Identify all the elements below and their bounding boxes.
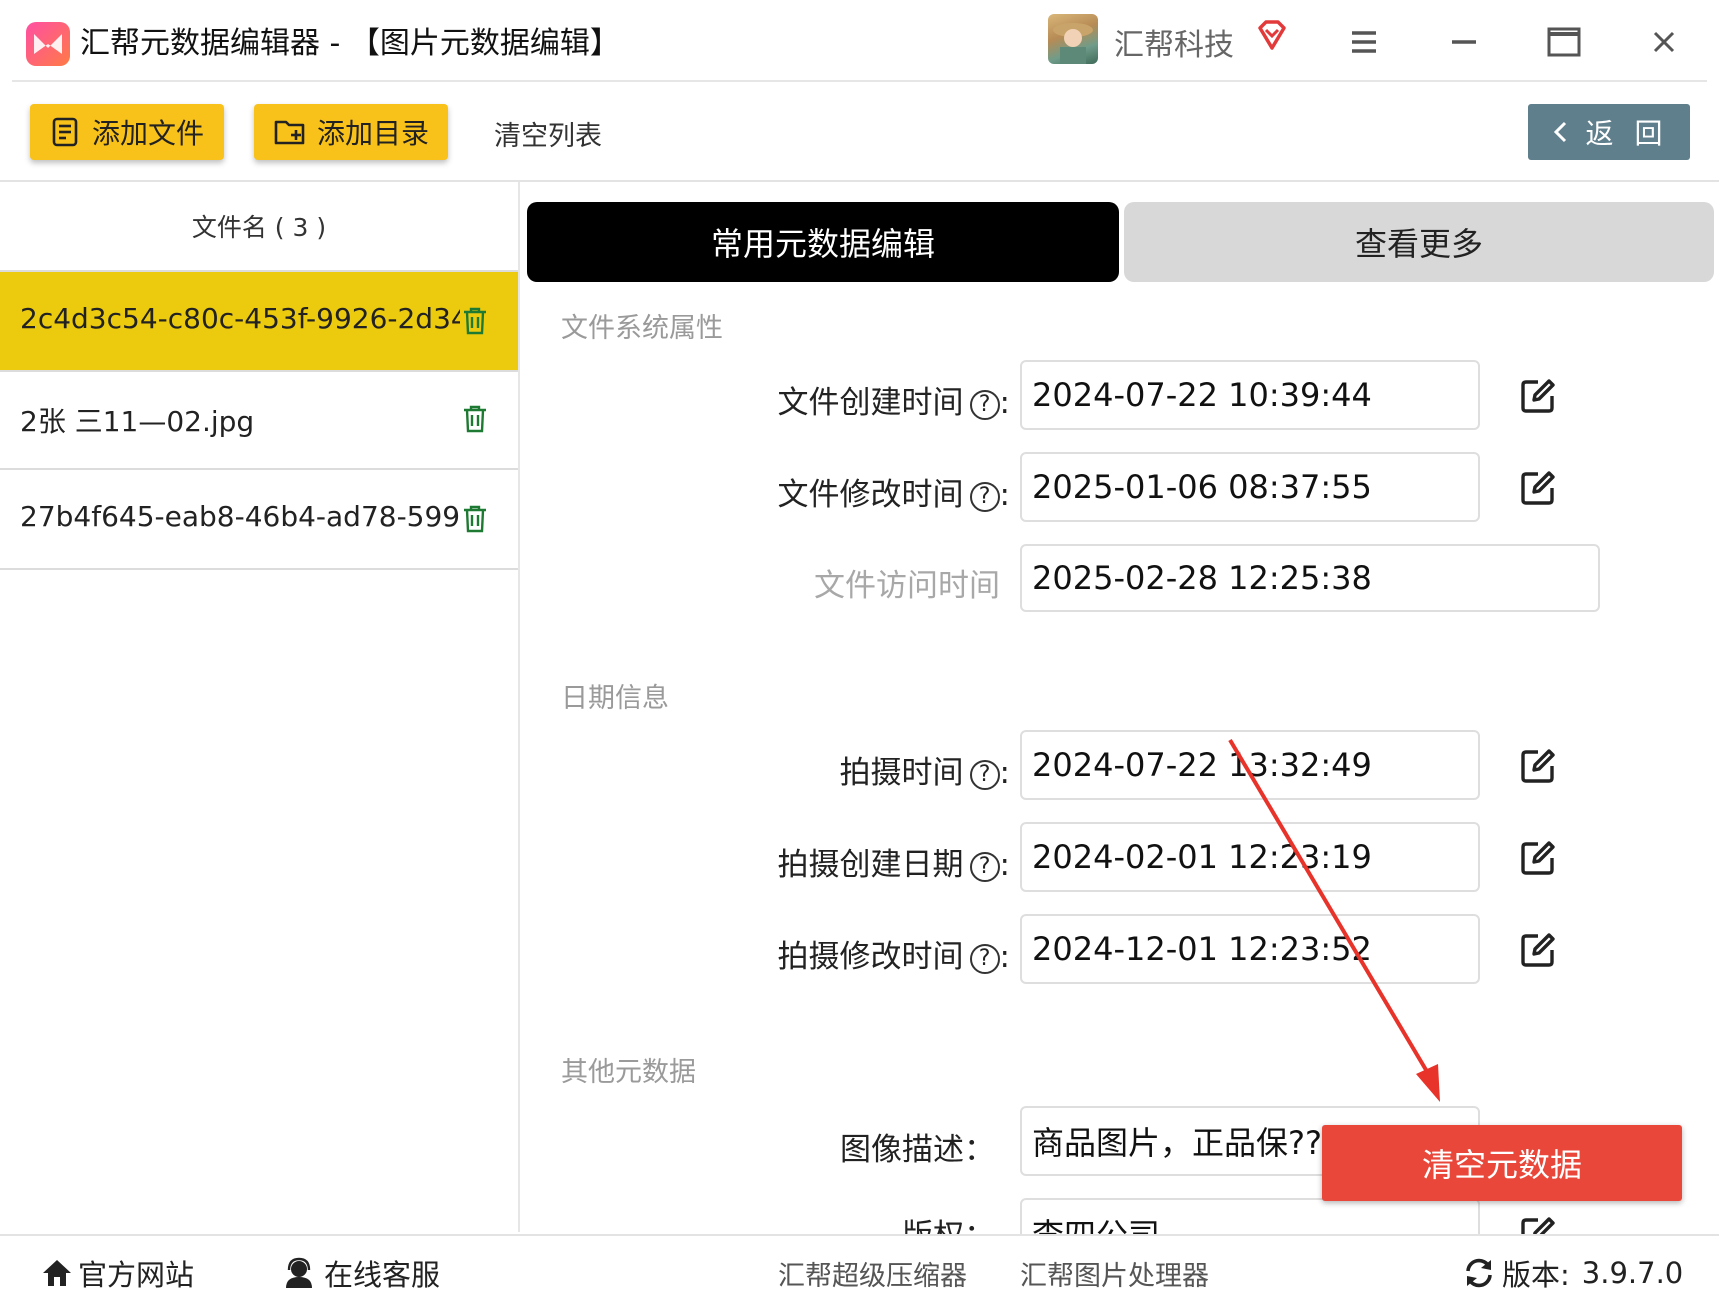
clear-metadata-button[interactable]: 清空元数据: [1322, 1125, 1682, 1201]
field-label: 文件创建时间?:: [777, 385, 1010, 421]
help-icon[interactable]: ?: [969, 851, 1000, 882]
file-list-panel: 文件名 ( 3 ) 2c4d3c54-c80c-453f-9926-2d34..…: [0, 182, 520, 1232]
field-label: 拍摄时间?:: [839, 755, 1010, 791]
field-label: 版权：: [595, 1210, 995, 1234]
edit-icon[interactable]: [1518, 746, 1558, 786]
file-list-item[interactable]: 2张 三11—02.jpg: [0, 370, 518, 470]
file-list-item[interactable]: 2c4d3c54-c80c-453f-9926-2d34...: [0, 270, 518, 372]
file-accessed-time-field: 2025-02-28 12:25:38: [1020, 544, 1600, 612]
title-bar: 汇帮元数据编辑器 - 【图片元数据编辑】 汇帮科技: [0, 0, 1719, 84]
field-label: 文件访问时间: [814, 568, 1000, 604]
annotation-arrow: [1228, 738, 1440, 1102]
minimize-icon[interactable]: [1436, 18, 1492, 66]
compressor-link[interactable]: 汇帮超级压缩器: [778, 1254, 967, 1293]
section-title-dates: 日期信息: [561, 683, 669, 714]
help-icon[interactable]: ?: [969, 943, 1000, 974]
field-label: 拍摄创建日期?:: [777, 847, 1010, 883]
back-button[interactable]: 返 回: [1528, 104, 1690, 160]
edit-icon[interactable]: [1518, 930, 1558, 970]
edit-icon[interactable]: [1518, 376, 1558, 416]
trash-icon[interactable]: [462, 306, 488, 336]
add-folder-label: 添加目录: [316, 117, 429, 150]
online-support-link[interactable]: 在线客服: [282, 1252, 440, 1294]
file-name: 2c4d3c54-c80c-453f-9926-2d34...: [20, 302, 460, 335]
field-label: 图像描述：: [840, 1132, 995, 1168]
footer: 官方网站 在线客服 汇帮超级压缩器 汇帮图片处理器 版本: 3.9.7.0: [0, 1234, 1719, 1301]
file-list-item[interactable]: 27b4f645-eab8-46b4-ad78-5998...: [0, 470, 518, 570]
app-logo: [26, 22, 70, 66]
field-label: 拍摄修改时间?:: [777, 939, 1010, 975]
section-title-filesystem: 文件系统属性: [561, 313, 723, 344]
copyright-row-clip: 版权： 李四公司: [500, 1196, 1719, 1234]
add-file-button[interactable]: 添加文件: [30, 104, 224, 160]
field-label: 文件修改时间?:: [777, 477, 1010, 513]
file-name: 27b4f645-eab8-46b4-ad78-5998...: [20, 500, 460, 533]
file-list-header: 文件名 ( 3 ): [191, 213, 327, 242]
file-created-time-field[interactable]: 2024-07-22 10:39:44: [1020, 360, 1480, 430]
maximize-icon[interactable]: [1536, 18, 1592, 66]
trash-icon[interactable]: [462, 404, 488, 434]
image-tool-link[interactable]: 汇帮图片处理器: [1020, 1254, 1209, 1293]
file-name: 2张 三11—02.jpg: [20, 405, 255, 438]
help-icon[interactable]: ?: [969, 759, 1000, 790]
home-icon: [43, 1260, 71, 1286]
official-website-link[interactable]: 官方网站: [40, 1252, 194, 1294]
edit-icon[interactable]: [1518, 468, 1558, 508]
chevron-left-icon: [1553, 121, 1566, 143]
version-info[interactable]: 版本: 3.9.7.0: [1462, 1252, 1683, 1294]
user-avatar[interactable]: [1048, 14, 1098, 64]
back-label: 返 回: [1585, 117, 1669, 150]
window-title: 汇帮元数据编辑器 - 【图片元数据编辑】: [80, 26, 620, 61]
brand-name: 汇帮科技: [1114, 28, 1234, 63]
vip-diamond-icon[interactable]: [1254, 18, 1290, 58]
folder-add-icon: [274, 120, 305, 145]
add-folder-button[interactable]: 添加目录: [254, 104, 448, 160]
tab-view-more[interactable]: 查看更多: [1124, 202, 1714, 282]
refresh-icon: [1466, 1258, 1492, 1288]
add-file-label: 添加文件: [91, 117, 204, 150]
trash-icon[interactable]: [462, 504, 488, 534]
copyright-field[interactable]: 李四公司: [1020, 1198, 1480, 1234]
edit-icon[interactable]: [1518, 838, 1558, 878]
section-title-other: 其他元数据: [561, 1057, 696, 1088]
menu-icon[interactable]: [1336, 18, 1392, 66]
title-divider: [12, 80, 1707, 82]
close-icon[interactable]: [1636, 18, 1692, 66]
help-icon[interactable]: ?: [969, 481, 1000, 512]
support-agent-icon: [286, 1257, 312, 1288]
tab-common-metadata[interactable]: 常用元数据编辑: [527, 202, 1119, 282]
file-list-icon: [52, 117, 78, 147]
edit-icon[interactable]: [1518, 1214, 1558, 1234]
help-icon[interactable]: ?: [969, 389, 1000, 420]
file-modified-time-field[interactable]: 2025-01-06 08:37:55: [1020, 452, 1480, 522]
clear-list-button[interactable]: 清空列表: [494, 114, 602, 153]
